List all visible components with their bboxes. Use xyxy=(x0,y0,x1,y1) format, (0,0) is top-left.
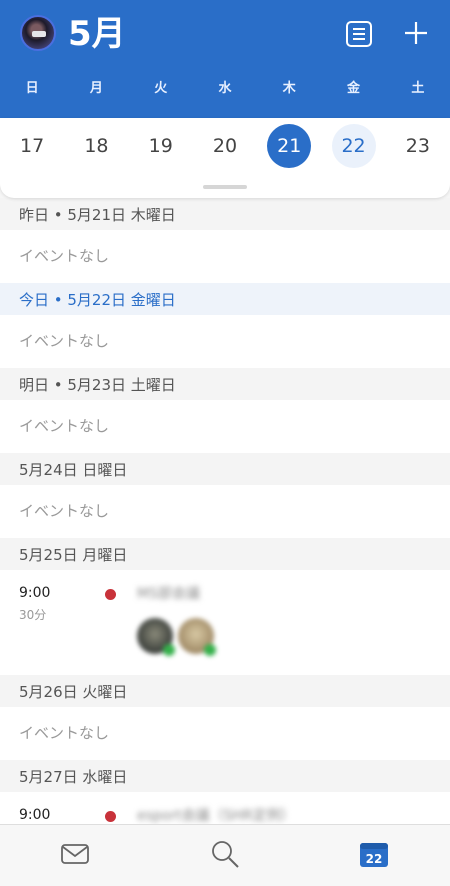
weekday-sat: 土 xyxy=(411,81,425,96)
date-cell[interactable]: 17 xyxy=(0,124,64,168)
no-events-row: イベントなし xyxy=(0,707,450,760)
today-date[interactable]: 22 xyxy=(331,124,376,168)
attendee-avatar xyxy=(178,618,216,656)
date-number[interactable]: 23 xyxy=(396,124,440,168)
weekday-tue: 火 xyxy=(154,81,168,96)
agenda-view-icon[interactable] xyxy=(345,20,373,48)
month-title[interactable]: 5月 xyxy=(68,12,126,56)
agenda-list: 昨日 • 5月21日 木曜日 イベントなし 今日 • 5月22日 金曜日 イベン… xyxy=(0,198,450,832)
date-number[interactable]: 17 xyxy=(10,124,54,168)
event-title: MS部会議 xyxy=(137,586,200,602)
event-time: 9:00 xyxy=(19,807,51,823)
tab-search[interactable] xyxy=(209,839,241,869)
date-cell[interactable]: 23 xyxy=(386,124,450,168)
no-events-row: イベントなし xyxy=(0,230,450,283)
event-title: esport会議（SHR定例） xyxy=(137,808,295,824)
day-header: 昨日 • 5月21日 木曜日 xyxy=(0,198,450,230)
day-header: 5月25日 月曜日 xyxy=(0,538,450,570)
date-cell[interactable]: 21 xyxy=(257,124,321,168)
event-calendar-dot xyxy=(105,589,116,600)
weekday-fri: 金 xyxy=(347,81,361,96)
tab-calendar[interactable]: 22 xyxy=(358,839,390,869)
accepted-icon xyxy=(163,644,175,656)
calendar-icon: 22 xyxy=(360,843,388,867)
week-date-strip: 17 18 19 20 21 22 23 xyxy=(0,118,450,198)
weekday-mon: 月 xyxy=(89,81,103,96)
day-header: 5月24日 日曜日 xyxy=(0,453,450,485)
day-header: 5月26日 火曜日 xyxy=(0,675,450,707)
calendar-header: 5月 日 月 火 水 木 金 土 xyxy=(0,0,450,118)
date-cell[interactable]: 22 xyxy=(321,124,385,168)
tab-mail[interactable] xyxy=(59,839,91,869)
add-event-icon[interactable] xyxy=(403,20,429,46)
date-number[interactable]: 19 xyxy=(139,124,183,168)
date-cell[interactable]: 20 xyxy=(193,124,257,168)
weekday-wed: 水 xyxy=(218,81,232,96)
expand-drag-handle[interactable] xyxy=(203,185,247,189)
mail-icon xyxy=(61,844,89,864)
date-cell[interactable]: 18 xyxy=(64,124,128,168)
search-icon xyxy=(212,841,239,868)
attendee-avatar xyxy=(137,618,175,656)
date-number[interactable]: 18 xyxy=(74,124,118,168)
selected-date[interactable]: 21 xyxy=(267,124,312,168)
event-duration: 30分 xyxy=(19,608,47,622)
day-header: 5月27日 水曜日 xyxy=(0,760,450,792)
weekday-thu: 木 xyxy=(282,81,296,96)
no-events-row: イベントなし xyxy=(0,485,450,538)
profile-avatar[interactable] xyxy=(20,15,56,51)
event-calendar-dot xyxy=(105,811,116,822)
no-events-row: イベントなし xyxy=(0,400,450,453)
date-cell[interactable]: 19 xyxy=(129,124,193,168)
day-header: 明日 • 5月23日 土曜日 xyxy=(0,368,450,400)
calendar-badge-date: 22 xyxy=(366,852,383,866)
event-item[interactable]: 9:00 30分 MS部会議 xyxy=(0,570,450,675)
date-number[interactable]: 20 xyxy=(203,124,247,168)
weekday-labels: 日 月 火 水 木 金 土 xyxy=(0,74,450,104)
no-events-row: イベントなし xyxy=(0,315,450,368)
weekday-sun: 日 xyxy=(25,81,39,96)
event-time: 9:00 xyxy=(19,585,51,601)
accepted-icon xyxy=(204,644,216,656)
bottom-tab-bar: 22 xyxy=(0,824,450,886)
day-header-today: 今日 • 5月22日 金曜日 xyxy=(0,283,450,315)
